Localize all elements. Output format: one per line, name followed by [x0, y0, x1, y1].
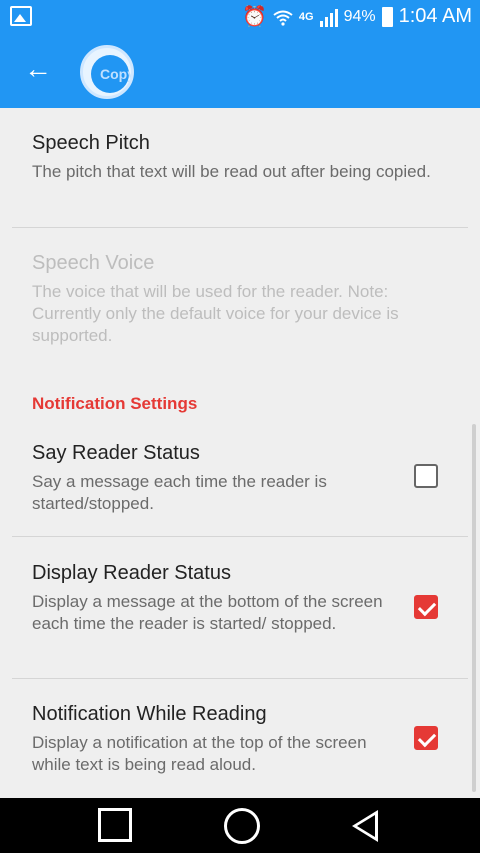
battery-percent: 94%	[343, 7, 376, 25]
navigation-bar	[0, 798, 480, 853]
app-bar: ← Copy	[0, 33, 480, 108]
divider	[12, 536, 468, 537]
status-bar: ⏰ 4G 94% 1:04 AM	[0, 0, 480, 33]
clock: 1:04 AM	[398, 5, 472, 27]
recent-apps-icon[interactable]	[98, 808, 132, 842]
network-type: 4G	[298, 10, 314, 23]
gallery-notification-icon	[10, 6, 32, 26]
divider	[12, 227, 468, 228]
section-header-notifications: Notification Settings	[32, 394, 198, 413]
setting-summary: The voice that will be used for the read…	[32, 282, 399, 345]
back-arrow-icon[interactable]: ←	[24, 55, 52, 83]
say-reader-status-checkbox[interactable]	[414, 464, 438, 488]
setting-title: Notification While Reading	[32, 703, 267, 725]
display-reader-status-checkbox[interactable]	[414, 595, 438, 619]
app-logo: Copy	[80, 45, 134, 99]
back-nav-icon[interactable]	[352, 810, 378, 842]
setting-say-reader-status[interactable]: Say Reader Status Say a message each tim…	[32, 442, 402, 515]
setting-speech-voice: Speech Voice The voice that will be used…	[32, 252, 452, 347]
setting-summary: Display a message at the bottom of the s…	[32, 592, 383, 633]
setting-title: Speech Voice	[32, 252, 155, 274]
setting-title: Speech Pitch	[32, 132, 150, 154]
notification-while-reading-checkbox[interactable]	[414, 726, 438, 750]
scrollbar[interactable]	[472, 424, 476, 792]
setting-speech-pitch[interactable]: Speech Pitch The pitch that text will be…	[32, 132, 452, 183]
wifi-icon	[273, 9, 293, 26]
battery-icon	[381, 6, 393, 27]
settings-list: Speech Pitch The pitch that text will be…	[0, 108, 480, 798]
setting-summary: Display a notification at the top of the…	[32, 733, 367, 774]
setting-notification-while-reading[interactable]: Notification While Reading Display a not…	[32, 703, 402, 776]
logo-text: Copy	[100, 66, 134, 82]
setting-display-reader-status[interactable]: Display Reader Status Display a message …	[32, 562, 402, 635]
setting-summary: The pitch that text will be read out aft…	[32, 162, 431, 181]
status-icons: ⏰ 4G 94% 1:04 AM	[242, 0, 472, 33]
setting-title: Say Reader Status	[32, 442, 200, 464]
signal-icon	[319, 7, 338, 27]
divider	[12, 678, 468, 679]
setting-summary: Say a message each time the reader is st…	[32, 472, 327, 513]
alarm-icon: ⏰	[241, 6, 267, 28]
setting-title: Display Reader Status	[32, 562, 231, 584]
home-icon[interactable]	[224, 808, 260, 844]
